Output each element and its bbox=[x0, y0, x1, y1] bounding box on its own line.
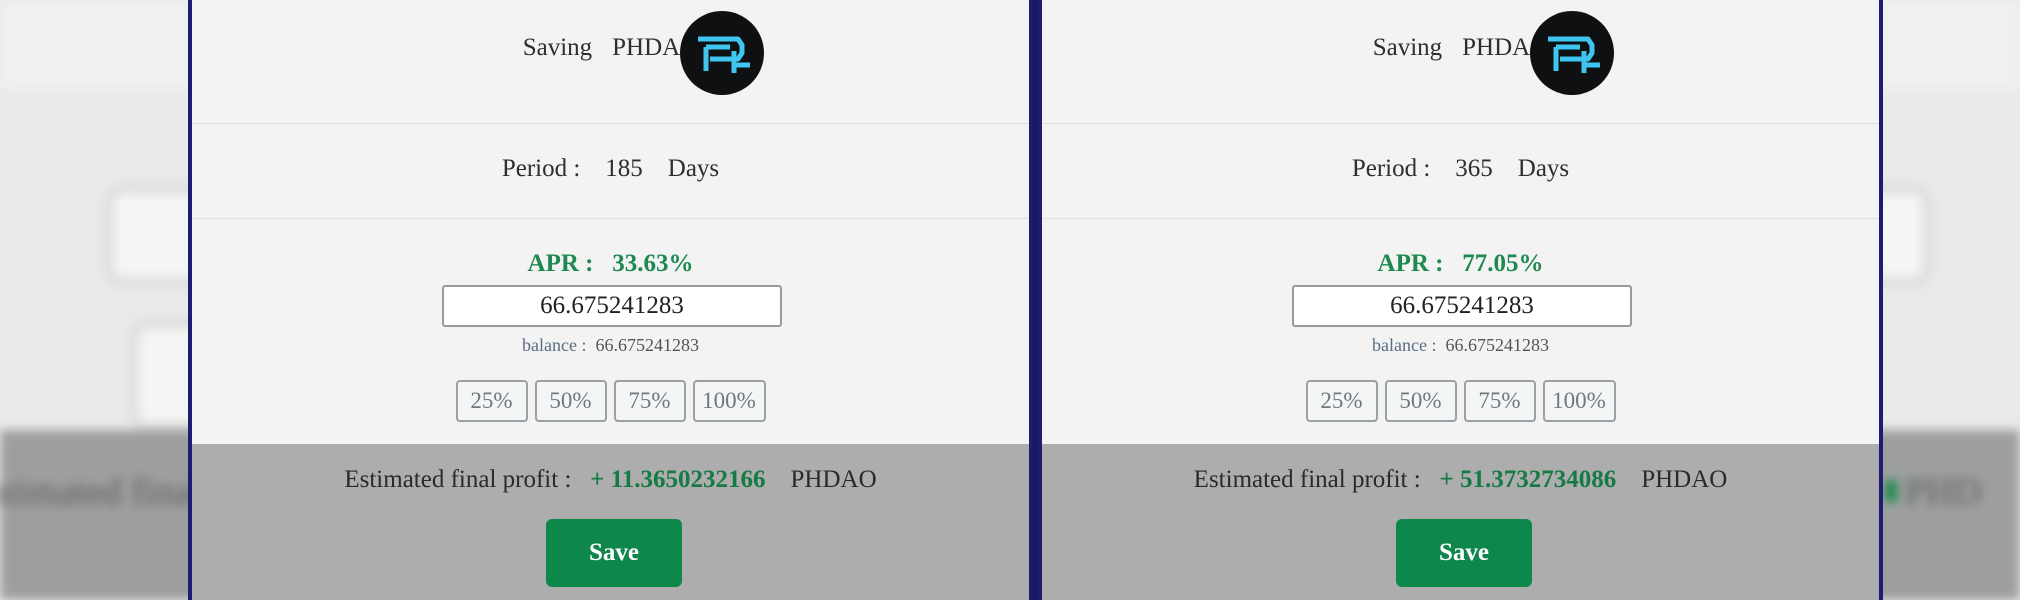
period-row: Period : 365 Days bbox=[1042, 123, 1879, 219]
apr-value: 77.05% bbox=[1462, 250, 1544, 277]
percent-100-button[interactable]: 100% bbox=[1542, 380, 1616, 422]
profit-value: + 11.3650232166 bbox=[590, 466, 766, 493]
saving-label: Saving bbox=[522, 34, 593, 61]
period-label: Period : bbox=[501, 155, 581, 182]
percent-75-button[interactable]: 75% bbox=[1463, 380, 1536, 422]
profit-unit: PHDAO bbox=[790, 466, 877, 493]
background-text: Estimated final bbox=[0, 471, 202, 513]
background-text: PHD bbox=[1905, 471, 1982, 513]
apr-label: APR : bbox=[1377, 250, 1444, 277]
save-button[interactable]: Save bbox=[1396, 519, 1532, 587]
percent-50-button[interactable]: 50% bbox=[1384, 380, 1457, 422]
apr-label: APR : bbox=[527, 250, 594, 277]
percent-buttons: 25% 50% 75% 100% bbox=[192, 380, 1029, 422]
percent-50-button[interactable]: 50% bbox=[534, 380, 607, 422]
apr-display: APR : 77.05% bbox=[1042, 250, 1879, 278]
estimated-profit: Estimated final profit : + 51.3732734086… bbox=[1042, 466, 1879, 494]
profit-unit: PHDAO bbox=[1641, 466, 1728, 493]
percent-25-button[interactable]: 25% bbox=[1305, 380, 1378, 422]
balance-display: balance : 66.675241283 bbox=[192, 335, 1029, 356]
percent-75-button[interactable]: 75% bbox=[613, 380, 686, 422]
estimated-profit: Estimated final profit : + 11.3650232166… bbox=[192, 466, 1029, 494]
saving-header: Saving PHDAO bbox=[1042, 0, 1879, 124]
profit-value: + 51.3732734086 bbox=[1439, 466, 1617, 493]
profit-label: Estimated final profit : bbox=[1193, 466, 1421, 493]
apr-display: APR : 33.63% bbox=[192, 250, 1029, 278]
phdao-logo-icon bbox=[1530, 11, 1614, 95]
amount-input[interactable] bbox=[1292, 285, 1632, 327]
balance-label: balance : bbox=[1372, 335, 1437, 355]
period-value: 365 bbox=[1455, 155, 1493, 182]
percent-buttons: 25% 50% 75% 100% bbox=[1042, 380, 1879, 422]
saving-panel-365-days: Saving PHDAO Period : 365 Days APR : 77.0… bbox=[1038, 0, 1883, 600]
phdao-logo-icon bbox=[680, 11, 764, 95]
save-button[interactable]: Save bbox=[546, 519, 682, 587]
period-unit: Days bbox=[667, 155, 720, 182]
balance-value: 66.675241283 bbox=[1445, 335, 1549, 355]
balance-label: balance : bbox=[522, 335, 587, 355]
period-value: 185 bbox=[605, 155, 643, 182]
amount-input[interactable] bbox=[442, 285, 782, 327]
saving-panel-185-days: Saving PHDAO Period : 185 Days APR : 33.6… bbox=[188, 0, 1033, 600]
saving-header: Saving PHDAO bbox=[192, 0, 1029, 124]
period-unit: Days bbox=[1517, 155, 1570, 182]
balance-value: 66.675241283 bbox=[595, 335, 699, 355]
period-label: Period : bbox=[1351, 155, 1431, 182]
background-accent bbox=[1885, 480, 1897, 502]
period-row: Period : 185 Days bbox=[192, 123, 1029, 219]
apr-value: 33.63% bbox=[612, 250, 694, 277]
profit-label: Estimated final profit : bbox=[344, 466, 572, 493]
balance-display: balance : 66.675241283 bbox=[1042, 335, 1879, 356]
saving-label: Saving bbox=[1372, 34, 1443, 61]
percent-100-button[interactable]: 100% bbox=[692, 380, 766, 422]
percent-25-button[interactable]: 25% bbox=[455, 380, 528, 422]
